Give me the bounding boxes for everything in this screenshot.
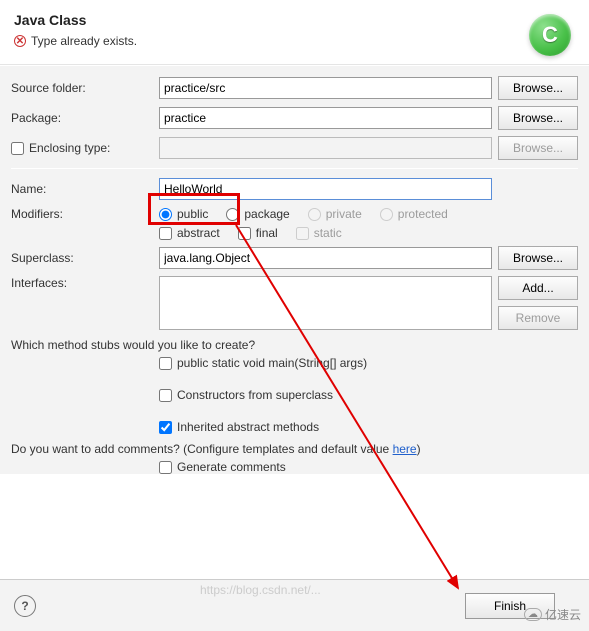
stub-constructors-checkbox[interactable]: Constructors from superclass xyxy=(159,388,578,402)
name-label: Name: xyxy=(11,182,159,196)
interfaces-label: Interfaces: xyxy=(11,276,159,290)
dialog-title: Java Class xyxy=(14,12,575,28)
interfaces-add-button[interactable]: Add... xyxy=(498,276,578,300)
stub-inherited-checkbox[interactable]: Inherited abstract methods xyxy=(159,420,578,434)
help-button[interactable]: ? xyxy=(14,595,36,617)
separator xyxy=(11,168,578,169)
modifier-package-radio[interactable]: package xyxy=(226,207,289,221)
configure-templates-link[interactable]: here xyxy=(393,442,417,456)
modifier-final-checkbox[interactable]: final xyxy=(238,226,278,240)
modifier-abstract-checkbox[interactable]: abstract xyxy=(159,226,220,240)
modifier-static-checkbox: static xyxy=(296,226,342,240)
package-label: Package: xyxy=(11,111,159,125)
enclosing-type-input xyxy=(159,137,492,159)
interfaces-remove-button: Remove xyxy=(498,306,578,330)
class-icon: C xyxy=(529,14,571,56)
source-folder-browse-button[interactable]: Browse... xyxy=(498,76,578,100)
modifier-protected-radio: protected xyxy=(380,207,448,221)
modifier-public-radio[interactable]: public xyxy=(159,207,208,221)
dialog-content: Source folder: Browse... Package: Browse… xyxy=(0,65,589,474)
modifiers-label: Modifiers: xyxy=(11,207,159,221)
enclosing-type-browse-button: Browse... xyxy=(498,136,578,160)
error-text: Type already exists. xyxy=(31,34,137,48)
error-message: ✕ Type already exists. xyxy=(14,34,575,48)
name-input[interactable] xyxy=(159,178,492,200)
superclass-input[interactable] xyxy=(159,247,492,269)
error-icon: ✕ xyxy=(14,35,26,47)
stubs-question: Which method stubs would you like to cre… xyxy=(11,338,578,352)
package-input[interactable] xyxy=(159,107,492,129)
superclass-label: Superclass: xyxy=(11,251,159,265)
dialog-footer: ? Finish xyxy=(0,579,589,631)
interfaces-list[interactable] xyxy=(159,276,492,330)
stub-main-checkbox[interactable]: public static void main(String[] args) xyxy=(159,356,578,370)
enclosing-type-checkbox[interactable]: Enclosing type: xyxy=(11,141,159,155)
corner-logo: ☁亿速云 xyxy=(524,606,581,623)
source-folder-input[interactable] xyxy=(159,77,492,99)
comments-question: Do you want to add comments? (Configure … xyxy=(11,442,578,456)
package-browse-button[interactable]: Browse... xyxy=(498,106,578,130)
generate-comments-checkbox[interactable]: Generate comments xyxy=(159,460,578,474)
dialog-header: Java Class ✕ Type already exists. C xyxy=(0,0,589,65)
modifier-private-radio: private xyxy=(308,207,362,221)
superclass-browse-button[interactable]: Browse... xyxy=(498,246,578,270)
source-folder-label: Source folder: xyxy=(11,81,159,95)
